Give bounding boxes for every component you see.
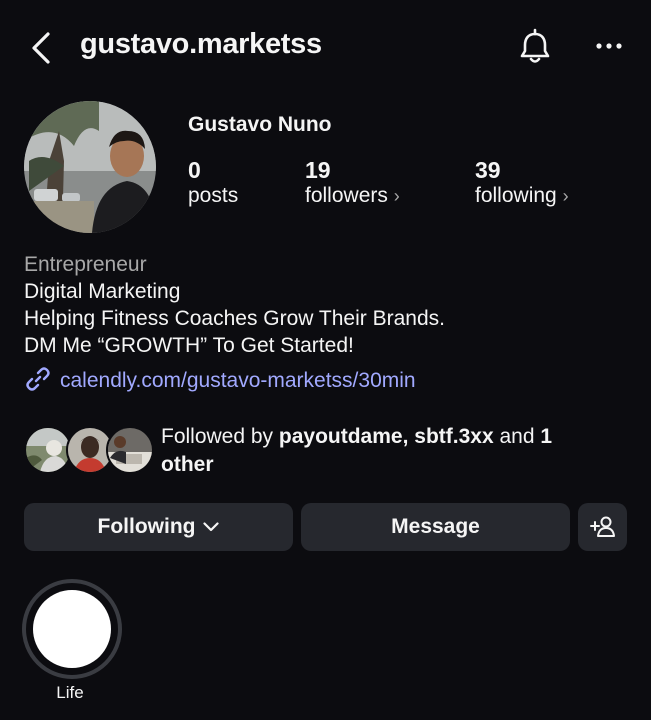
posts-count: 0 <box>188 157 201 183</box>
highlight-label: Life <box>56 683 84 702</box>
bio-line: Digital Marketing <box>24 280 181 303</box>
add-user-icon <box>589 515 616 539</box>
chevron-right-icon: › <box>393 186 400 206</box>
profile-avatar[interactable] <box>24 101 156 233</box>
mutual-username[interactable]: payoutdame <box>279 425 403 448</box>
posts-label: posts <box>188 184 239 207</box>
more-options-icon[interactable] <box>596 36 622 56</box>
chevron-right-icon: › <box>562 186 569 206</box>
following-button-label: Following <box>97 515 196 538</box>
bio-line: Helping Fitness Coaches Grow Their Brand… <box>24 307 445 330</box>
mutual-follower-avatar[interactable] <box>106 426 154 474</box>
following-label: following <box>475 184 557 207</box>
separator: , <box>402 425 415 448</box>
followed-by-text[interactable]: Followed by payoutdame, sbtf.3xx and 1 o… <box>161 423 601 479</box>
bio-link-text[interactable]: calendly.com/gustavo-marketss/30min <box>60 369 416 393</box>
bio-category: Entrepreneur <box>24 253 147 276</box>
stat-posts: 0 posts <box>188 157 238 208</box>
following-count: 39 <box>475 157 501 183</box>
mutual-follower-avatar[interactable] <box>24 426 72 474</box>
following-button[interactable]: Following <box>24 503 293 551</box>
profile-full-name: Gustavo Nuno <box>188 113 332 136</box>
notification-bell-icon[interactable] <box>518 28 552 66</box>
suggested-users-button[interactable] <box>578 503 627 551</box>
bio-link[interactable]: calendly.com/gustavo-marketss/30min <box>24 365 416 398</box>
back-chevron-icon[interactable] <box>28 30 56 66</box>
followed-by-prefix: Followed by <box>161 425 279 448</box>
profile-username: gustavo.marketss <box>80 28 322 60</box>
mutual-username[interactable]: sbtf.3xx <box>414 425 493 448</box>
followed-by-and: and <box>493 425 541 448</box>
bio-line: DM Me “GROWTH” To Get Started! <box>24 334 354 357</box>
highlight-cover <box>33 590 111 668</box>
stat-followers[interactable]: 19 followers › <box>305 157 400 208</box>
chevron-down-icon <box>203 522 220 532</box>
stat-following[interactable]: 39 following › <box>475 157 569 208</box>
link-icon <box>24 365 52 398</box>
story-highlight[interactable] <box>22 579 122 679</box>
message-button-label: Message <box>391 515 480 538</box>
message-button[interactable]: Message <box>301 503 570 551</box>
followers-label: followers <box>305 184 388 207</box>
followers-count: 19 <box>305 157 331 183</box>
